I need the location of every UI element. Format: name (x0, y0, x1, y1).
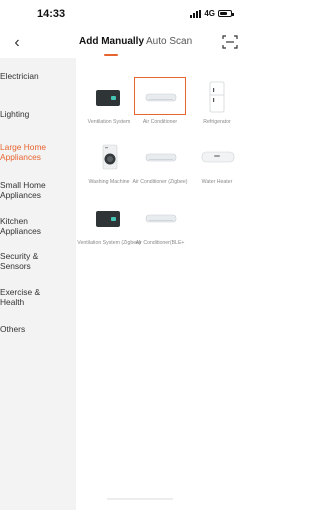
active-tab-indicator (104, 54, 118, 56)
device-air-conditioner[interactable]: Air Conditioner (134, 77, 186, 139)
device-grid: Ventilation System Air Conditioner Refri… (76, 58, 240, 510)
device-air-conditioner-zigbee[interactable]: Air Conditioner (Zigbee) (132, 137, 188, 199)
chevron-left-icon[interactable]: ‹ (8, 33, 26, 53)
status-time: 14:33 (37, 8, 66, 20)
header: ‹ Add Manually Auto Scan (0, 28, 240, 58)
device-tile-frame (83, 77, 135, 115)
sidebar-item-label: Small Home Appliances (0, 180, 46, 200)
tab-auto-scan[interactable]: Auto Scan (146, 36, 192, 47)
category-sidebar: Electrician Lighting Large Home Applianc… (0, 58, 76, 510)
device-water-heater[interactable]: Water Heater (191, 137, 243, 199)
washing-machine-icon (102, 144, 118, 170)
sidebar-item-label: Exercise & Health (0, 287, 41, 307)
ventilation-unit-icon (96, 211, 120, 227)
air-conditioner-icon (145, 93, 177, 102)
air-conditioner-icon (145, 214, 177, 223)
scan-frame-icon[interactable] (222, 35, 238, 49)
device-refrigerator[interactable]: Refrigerator (191, 77, 243, 139)
device-tile-frame (191, 137, 243, 175)
network-type: 4G (204, 9, 215, 18)
device-tile-frame (191, 77, 243, 115)
status-icons: 4G (190, 9, 234, 18)
sidebar-item-label: Lighting (0, 109, 30, 119)
device-ventilation-system-zigbee[interactable]: Ventilation System (Zigbee) (77, 198, 141, 260)
device-label: Refrigerator (203, 119, 231, 125)
tab-add-manually[interactable]: Add Manually (79, 36, 144, 47)
device-label: Air Conditioner (Zigbee) (132, 179, 188, 185)
device-label: Air Conditioner(BLE+ (135, 240, 185, 246)
device-tile-frame (134, 77, 186, 115)
device-tile-frame (83, 137, 135, 175)
device-label: Air Conditioner (142, 119, 178, 125)
device-tile-frame (134, 198, 186, 236)
home-indicator (107, 498, 173, 500)
ventilation-unit-icon (96, 90, 120, 106)
signal-icon (190, 9, 202, 18)
device-tile-frame (83, 198, 135, 236)
sidebar-item-label: Others (0, 324, 26, 334)
device-ventilation-system[interactable]: Ventilation System (83, 77, 135, 139)
device-washing-machine[interactable]: Washing Machine (83, 137, 135, 199)
sidebar-item-label: Large Home Appliances (0, 142, 47, 162)
sidebar-item-label: Security & Sensors (0, 251, 39, 271)
water-heater-icon (201, 151, 235, 163)
device-tile-frame (134, 137, 186, 175)
battery-icon (218, 10, 234, 17)
device-air-conditioner-ble[interactable]: Air Conditioner(BLE+ (134, 198, 186, 260)
sidebar-item-label: Electrician (0, 71, 39, 81)
device-label: Water Heater (201, 179, 233, 185)
sidebar-item-label: Kitchen Appliances (0, 216, 41, 236)
refrigerator-icon (209, 81, 225, 113)
air-conditioner-icon (145, 153, 177, 162)
status-bar: 14:33 4G (0, 0, 240, 28)
